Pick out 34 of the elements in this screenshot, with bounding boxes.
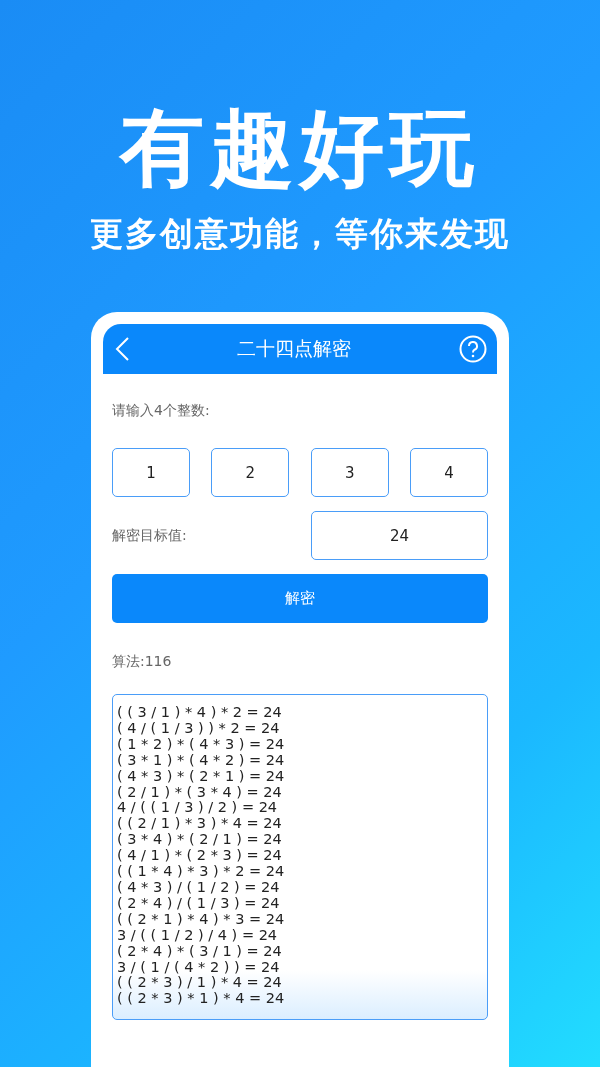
formula-line: ( 4 * 3 ) * ( 2 * 1 ) = 24	[117, 768, 286, 785]
formula-line: ( 4 * 3 ) / ( 1 / 2 ) = 24	[117, 879, 281, 896]
formula-line: ( 4 / ( 1 / 3 ) ) * 2 = 24	[117, 720, 281, 737]
results-field[interactable]	[112, 694, 488, 1020]
number-field[interactable]: 4	[410, 448, 488, 497]
formula-line: ( ( 2 * 3 ) * 1 ) * 4 = 24	[117, 991, 286, 1008]
help-icon[interactable]	[459, 335, 487, 363]
target-field[interactable]: 24	[311, 511, 488, 560]
formula-line: ( ( 2 / 1 ) * 3 ) * 4 = 24	[117, 816, 283, 833]
prompt-label: 请输入4个整数:	[112, 402, 211, 420]
headline: 有趣好玩	[120, 98, 480, 198]
formula-line: ( 2 * 4 ) * ( 3 / 1 ) = 24	[117, 943, 283, 960]
formula-line: ( 3 * 4 ) * ( 2 / 1 ) = 24	[117, 832, 283, 849]
solve-button[interactable]: 解密	[112, 574, 488, 623]
formula-line: ( 2 / 1 ) * ( 3 * 4 ) = 24	[117, 784, 283, 801]
formula-line: 3 / ( ( 1 / 2 ) / 4 ) = 24	[117, 927, 279, 944]
formula-line: ( 3 * 1 ) * ( 4 * 2 ) = 24	[117, 752, 286, 769]
number-field[interactable]: 3	[310, 448, 389, 497]
formula-line: 4 / ( ( 1 / 3 ) / 2 ) = 24	[117, 800, 279, 817]
formula-line: ( ( 2 * 3 ) / 1 ) * 4 = 24	[117, 975, 283, 992]
formula-line: ( 4 / 1 ) * ( 2 * 3 ) = 24	[117, 848, 283, 865]
screen-title: 二十四点解密	[237, 336, 351, 361]
formula-line: ( ( 3 / 1 ) * 4 ) * 2 = 24	[117, 705, 283, 721]
solution-count: 算法:116	[112, 653, 173, 671]
subtitle: 更多创意功能，等你来发现	[90, 213, 510, 255]
formula-line: ( 1 * 2 ) * ( 4 * 3 ) = 24	[117, 736, 286, 753]
formula-line: ( ( 2 * 1 ) * 4 ) * 3 = 24	[117, 911, 286, 928]
formula-line: ( ( 1 * 4 ) * 3 ) * 2 = 24	[117, 864, 286, 880]
formula-line: ( 2 * 4 ) / ( 1 / 3 ) = 24	[117, 895, 281, 912]
number-field[interactable]: 1	[112, 448, 190, 497]
target-label: 解密目标值:	[112, 526, 187, 545]
back-icon[interactable]	[115, 337, 129, 361]
number-field[interactable]: 2	[211, 448, 290, 497]
formula-line: 3 / ( 1 / ( 4 * 2 ) ) = 24	[117, 959, 281, 976]
